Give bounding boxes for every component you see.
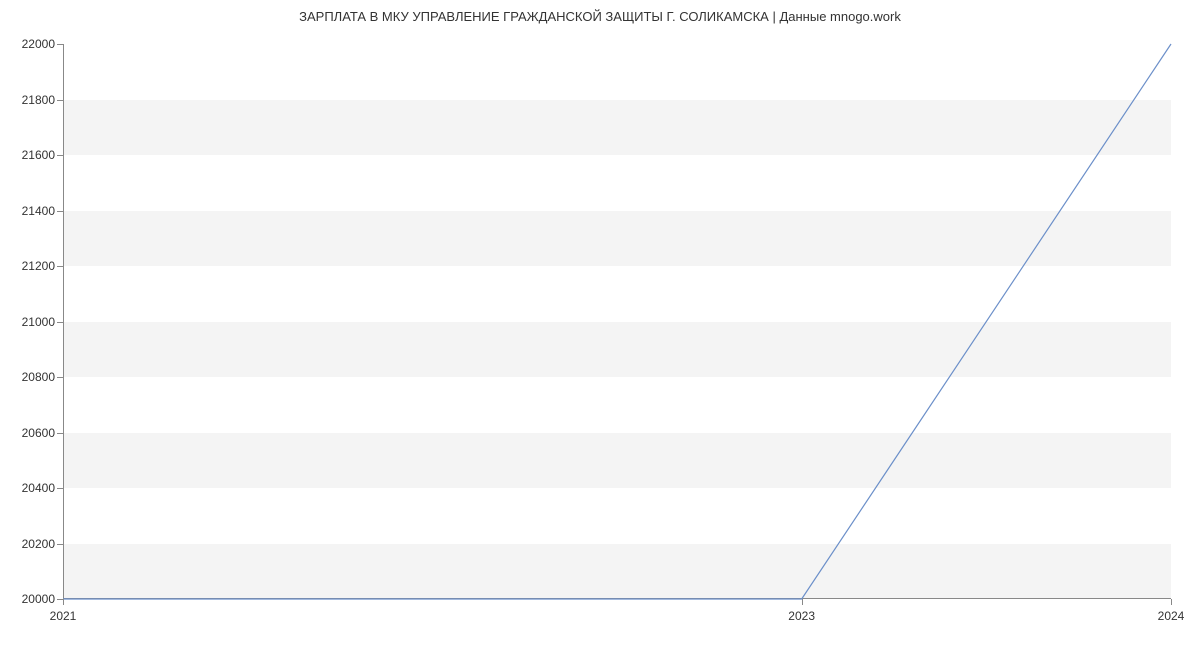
y-tick-mark (57, 322, 63, 323)
y-tick-label: 21400 (5, 204, 55, 218)
x-tick-label: 2023 (788, 609, 815, 623)
y-tick-mark (57, 211, 63, 212)
y-tick-mark (57, 488, 63, 489)
x-tick-mark (63, 599, 64, 605)
y-tick-label: 21800 (5, 93, 55, 107)
y-tick-label: 21200 (5, 259, 55, 273)
y-tick-label: 21000 (5, 315, 55, 329)
y-tick-label: 20600 (5, 426, 55, 440)
y-tick-label: 20200 (5, 537, 55, 551)
y-tick-mark (57, 100, 63, 101)
y-tick-label: 20400 (5, 481, 55, 495)
y-tick-mark (57, 44, 63, 45)
y-tick-label: 22000 (5, 37, 55, 51)
x-tick-label: 2021 (50, 609, 77, 623)
y-tick-label: 21600 (5, 148, 55, 162)
y-tick-label: 20800 (5, 370, 55, 384)
y-tick-mark (57, 266, 63, 267)
x-tick-label: 2024 (1158, 609, 1185, 623)
data-series-line (63, 44, 1171, 599)
plot-area (63, 44, 1171, 599)
y-tick-mark (57, 155, 63, 156)
y-tick-mark (57, 433, 63, 434)
chart-title: ЗАРПЛАТА В МКУ УПРАВЛЕНИЕ ГРАЖДАНСКОЙ ЗА… (0, 9, 1200, 24)
x-tick-mark (1171, 599, 1172, 605)
y-tick-mark (57, 544, 63, 545)
y-tick-mark (57, 377, 63, 378)
y-tick-label: 20000 (5, 592, 55, 606)
x-tick-mark (802, 599, 803, 605)
